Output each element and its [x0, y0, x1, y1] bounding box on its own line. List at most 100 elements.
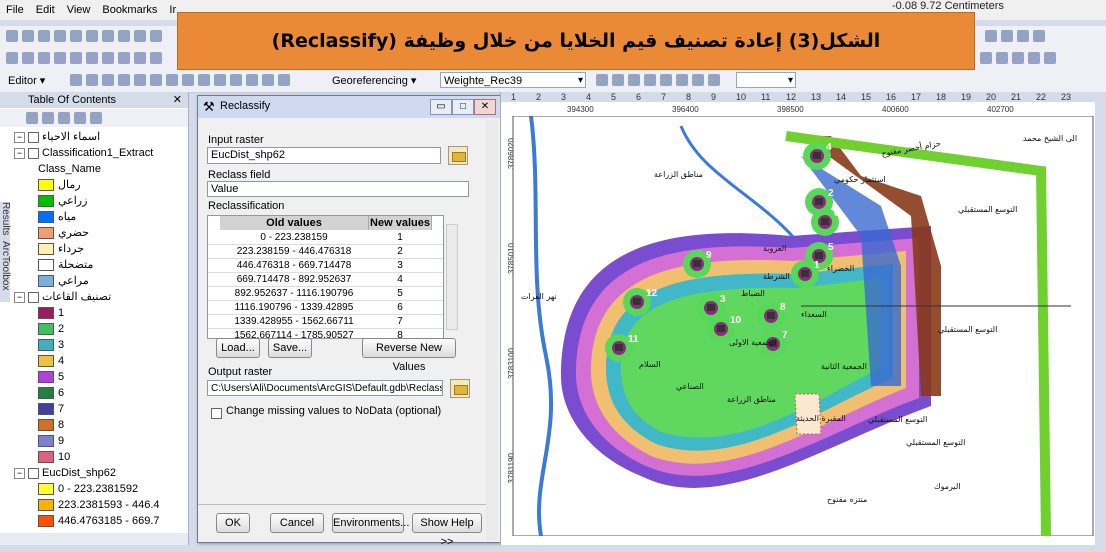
editor-menu[interactable]: Editor ▾ — [8, 74, 45, 87]
ruler-tick: 23 — [1061, 92, 1072, 102]
map-label: الصناعي — [676, 382, 704, 391]
ruler-tick: 20 — [986, 92, 997, 102]
map-canvas[interactable]: 426591387101211 — [501, 116, 1096, 536]
environments-button[interactable]: Environments... — [332, 513, 409, 533]
map-label: التوسع المستقبلي — [906, 438, 966, 447]
hall-icon — [633, 298, 641, 305]
reclass-row[interactable]: 223.238159 - 446.476318 2 — [208, 245, 443, 259]
site-number: 10 — [730, 315, 742, 326]
reclass-row[interactable]: 669.714478 - 892.952637 4 — [208, 273, 443, 287]
input-raster-label: Input raster — [208, 134, 264, 146]
reclass-row[interactable]: 446.476318 - 669.714478 3 — [208, 259, 443, 273]
color-swatch — [38, 243, 54, 256]
nodata-checkbox[interactable] — [211, 408, 222, 419]
layer-visibility-checkbox[interactable] — [28, 467, 39, 479]
color-swatch — [38, 339, 54, 352]
collapse-icon[interactable]: − — [14, 291, 25, 303]
color-swatch — [38, 275, 54, 288]
color-swatch — [38, 483, 54, 496]
hall-icon — [767, 312, 775, 319]
editor-tool-icons[interactable] — [70, 74, 294, 88]
dialog-scrollbar[interactable] — [486, 120, 498, 540]
map-label: التوسع المستقبلي — [938, 325, 998, 334]
site-number: 2 — [828, 188, 834, 199]
new-value-cell: 4 — [397, 274, 403, 285]
georef-tool-icons[interactable] — [596, 74, 724, 88]
hall-icon — [815, 198, 823, 205]
georef-input[interactable] — [736, 72, 796, 89]
map-label: استثمار حكومي — [834, 175, 886, 184]
layer-visibility-checkbox[interactable] — [28, 131, 39, 143]
toc-view-icons[interactable] — [26, 112, 106, 126]
site-number: 4 — [826, 142, 832, 153]
figure-title-banner: الشكل(3) إعادة تصنيف قيم الخلايا من خلال… — [177, 12, 975, 70]
load-button[interactable]: Load... — [216, 338, 260, 358]
ruler-tick: 4 — [586, 92, 592, 102]
new-value-cell: 7 — [397, 316, 403, 327]
save-button[interactable]: Save... — [268, 338, 312, 358]
toc-layer[interactable]: − اسماء الاحياء — [14, 130, 100, 144]
reclass-field-select[interactable]: Value — [207, 181, 469, 197]
output-raster-label: Output raster — [208, 366, 273, 378]
right-tool-icons[interactable] — [985, 30, 1049, 44]
ruler-tick: 1 — [511, 92, 517, 102]
legend-item: متضحلة — [38, 258, 93, 272]
hall-icon — [615, 344, 623, 351]
close-button[interactable]: ✕ — [474, 99, 496, 115]
menu-view[interactable]: View — [61, 0, 97, 20]
minimize-button[interactable]: ▭ — [430, 99, 452, 115]
map-label: العروبة — [763, 244, 787, 253]
maximize-button[interactable]: □ — [452, 99, 474, 115]
layer-select[interactable]: Weighte_Rec39 — [440, 72, 586, 89]
right-tool-icons-2[interactable] — [980, 52, 1060, 66]
collapse-icon[interactable]: − — [14, 467, 25, 479]
toc-horizontal-scrollbar[interactable] — [0, 533, 188, 545]
navigation-tool-icons[interactable] — [6, 52, 166, 66]
site-number: 11 — [628, 334, 639, 345]
old-value-cell: 0 - 223.238159 — [260, 232, 328, 243]
output-raster-field[interactable]: C:\Users\Ali\Documents\ArcGIS\Default.gd… — [207, 380, 443, 396]
ok-button[interactable]: OK — [216, 513, 250, 533]
menu-bookmarks[interactable]: Bookmarks — [96, 0, 163, 20]
cancel-button[interactable]: Cancel — [270, 513, 324, 533]
right-side-tabs[interactable] — [1095, 92, 1106, 545]
table-of-contents: Table Of Contents ✕ Results ArcToolbox −… — [0, 92, 189, 545]
toc-layer[interactable]: − EucDist_shp62 — [14, 466, 116, 480]
layer-visibility-checkbox[interactable] — [28, 291, 39, 303]
close-icon[interactable]: ✕ — [173, 92, 182, 108]
reclass-row[interactable]: 0 - 223.238159 1 — [208, 231, 443, 245]
show-help-button[interactable]: Show Help >> — [412, 513, 482, 548]
layer-visibility-checkbox[interactable] — [28, 147, 39, 159]
color-swatch — [38, 403, 54, 416]
site-number: 9 — [706, 250, 712, 261]
collapse-icon[interactable]: − — [14, 147, 25, 159]
input-raster-select[interactable]: EucDist_shp62 — [207, 147, 441, 164]
toc-layer[interactable]: − Classification1_Extract — [14, 146, 153, 160]
dialog-title: Reclassify — [220, 100, 271, 112]
old-value-cell: 669.714478 - 892.952637 — [236, 274, 352, 285]
menu-file[interactable]: File — [0, 0, 30, 20]
legend-item: رمال — [38, 178, 81, 192]
reclass-row[interactable]: 892.952637 - 1116.190796 5 — [208, 287, 443, 301]
color-swatch — [38, 259, 54, 272]
collapse-icon[interactable]: − — [14, 131, 25, 143]
site-number: 7 — [782, 330, 788, 341]
x-coordinate-label: 398500 — [777, 105, 804, 114]
reverse-new-values-button[interactable]: Reverse New Values — [362, 338, 456, 373]
table-scrollbar[interactable] — [446, 224, 458, 330]
map-view[interactable]: 1 2 3 4 5 6 7 8 9 10 11 12 13 14 15 16 17 18 19 20 21 22 23 39… — [500, 92, 1106, 545]
color-swatch — [38, 451, 54, 464]
georeferencing-menu[interactable]: Georeferencing ▾ — [332, 74, 416, 87]
site-number: 3 — [720, 294, 726, 305]
reclass-row[interactable]: 1339.428955 - 1562.66711 7 — [208, 315, 443, 329]
toc-layer[interactable]: − تصنيف القاعات — [14, 290, 111, 304]
old-value-cell: 223.238159 - 446.476318 — [236, 246, 352, 257]
standard-tool-icons[interactable] — [6, 30, 166, 44]
hall-icon — [801, 270, 809, 277]
output-folder-icon[interactable] — [450, 379, 470, 398]
old-values-header: Old values — [220, 216, 369, 230]
reclass-row[interactable]: 1116.190796 - 1339.42895 6 — [208, 301, 443, 315]
menu-edit[interactable]: Edit — [30, 0, 61, 20]
old-value-cell: 446.476318 - 669.714478 — [236, 260, 352, 271]
open-folder-icon[interactable] — [448, 146, 468, 165]
